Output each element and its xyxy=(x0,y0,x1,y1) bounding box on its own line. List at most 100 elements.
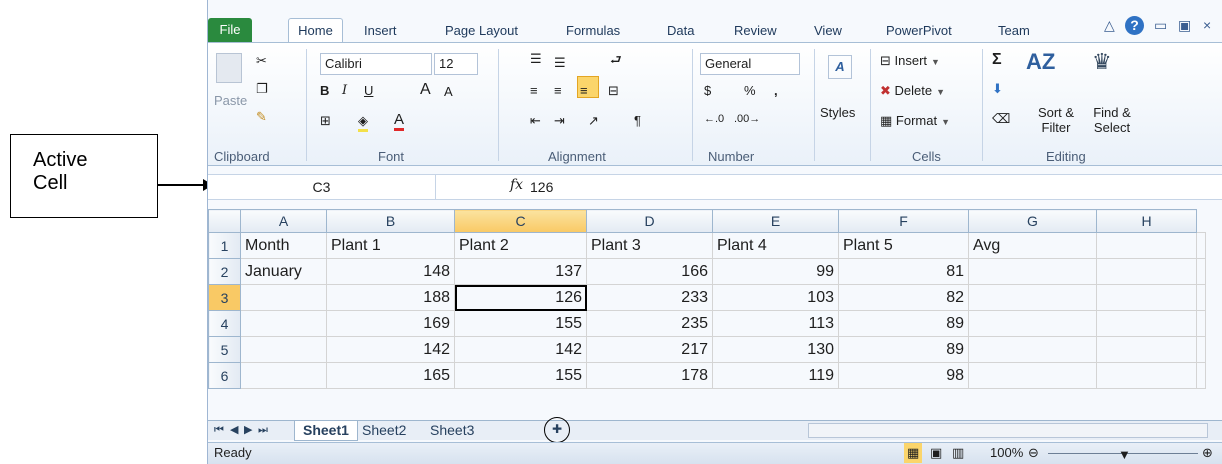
cell-b4[interactable]: 169 xyxy=(326,310,455,337)
number-format-select[interactable]: General xyxy=(700,53,800,75)
sort-filter-button[interactable]: Sort & Filter xyxy=(1030,105,1082,135)
cell-b5[interactable]: 142 xyxy=(326,336,455,363)
sheet-tab-sheet1[interactable]: Sheet1 xyxy=(294,421,358,441)
cell-overflow[interactable] xyxy=(1196,310,1206,337)
paste-icon[interactable] xyxy=(216,53,242,83)
shrink-font-icon[interactable]: A xyxy=(444,84,453,99)
cell-d5[interactable]: 217 xyxy=(586,336,713,363)
cell-h6[interactable] xyxy=(1096,362,1197,389)
cell-b6[interactable]: 165 xyxy=(326,362,455,389)
font-color-icon[interactable]: A xyxy=(394,111,405,131)
borders-icon[interactable]: ⊞ xyxy=(320,113,331,129)
sheet-tab-sheet3[interactable]: Sheet3 xyxy=(430,421,474,441)
paste-button[interactable]: Paste xyxy=(214,93,247,108)
tab-home[interactable]: Home xyxy=(288,18,343,42)
column-header-b[interactable]: B xyxy=(326,209,455,233)
column-header-f[interactable]: F xyxy=(838,209,969,233)
tab-insert[interactable]: Insert xyxy=(364,20,397,42)
cell-a1[interactable]: Month xyxy=(240,232,327,259)
cell-a4[interactable] xyxy=(240,310,327,337)
underline-icon[interactable]: U xyxy=(364,83,373,98)
find-select-button[interactable]: Find & Select xyxy=(1086,105,1138,135)
cell-e2[interactable]: 99 xyxy=(712,258,839,285)
cell-c3[interactable]: 126 xyxy=(454,284,587,311)
cell-overflow[interactable] xyxy=(1196,232,1206,259)
cell-d2[interactable]: 166 xyxy=(586,258,713,285)
cell-f4[interactable]: 89 xyxy=(838,310,969,337)
close-window-icon[interactable]: × xyxy=(1203,17,1211,33)
insert-function-icon[interactable]: fx xyxy=(510,177,523,193)
name-box[interactable]: C3 xyxy=(208,175,436,199)
cell-h3[interactable] xyxy=(1096,284,1197,311)
row-header-2[interactable]: 2 xyxy=(208,258,241,285)
align-middle-icon[interactable]: ☰ xyxy=(554,55,566,71)
clear-icon[interactable]: ⌫ xyxy=(992,111,1010,127)
row-header-5[interactable]: 5 xyxy=(208,336,241,363)
cell-e3[interactable]: 103 xyxy=(712,284,839,311)
font-name-select[interactable]: Calibri xyxy=(320,53,432,75)
tab-view[interactable]: View xyxy=(814,20,842,42)
format-painter-icon[interactable]: ✎ xyxy=(256,109,267,125)
cell-b2[interactable]: 148 xyxy=(326,258,455,285)
cell-overflow[interactable] xyxy=(1196,284,1206,311)
cell-h2[interactable] xyxy=(1096,258,1197,285)
cell-overflow[interactable] xyxy=(1196,258,1206,285)
delete-cells-button[interactable]: ✖ Delete ▼ xyxy=(880,83,945,99)
percent-icon[interactable]: % xyxy=(744,83,756,98)
align-top-icon[interactable]: ☰ xyxy=(530,51,542,67)
insert-worksheet-icon[interactable]: ✚ xyxy=(544,417,570,443)
page-layout-view-icon[interactable]: ▣ xyxy=(930,443,942,463)
decrease-decimal-icon[interactable]: .00→ xyxy=(734,113,760,125)
sheet-nav-prev-icon[interactable]: ◀ xyxy=(230,421,238,441)
insert-cells-button[interactable]: ⊟ Insert ▼ xyxy=(880,53,940,69)
zoom-level[interactable]: 100% xyxy=(990,443,1023,463)
cell-f3[interactable]: 82 xyxy=(838,284,969,311)
column-header-g[interactable]: G xyxy=(968,209,1097,233)
cell-h5[interactable] xyxy=(1096,336,1197,363)
currency-icon[interactable]: $ xyxy=(704,83,711,98)
cell-e5[interactable]: 130 xyxy=(712,336,839,363)
column-header-d[interactable]: D xyxy=(586,209,713,233)
format-cells-button[interactable]: ▦ Format ▼ xyxy=(880,113,950,129)
normal-view-icon[interactable]: ▦ xyxy=(904,443,923,463)
styles-button[interactable]: Styles xyxy=(820,105,855,120)
cell-g1[interactable]: Avg xyxy=(968,232,1097,259)
tab-page-layout[interactable]: Page Layout xyxy=(445,20,518,42)
tab-review[interactable]: Review xyxy=(734,20,777,42)
fill-color-icon[interactable]: ◈ xyxy=(358,113,368,132)
minimize-window-icon[interactable]: ▭ xyxy=(1154,17,1167,34)
cell-overflow[interactable] xyxy=(1196,336,1206,363)
column-header-c[interactable]: C xyxy=(454,209,587,233)
wrap-text-icon[interactable]: ⮐ xyxy=(610,51,622,73)
zoom-out-icon[interactable]: ⊖ xyxy=(1028,443,1039,463)
restore-window-icon[interactable]: ▣ xyxy=(1178,17,1191,34)
cell-h4[interactable] xyxy=(1096,310,1197,337)
merge-center-icon[interactable]: ⊟ xyxy=(608,83,619,99)
cell-g2[interactable] xyxy=(968,258,1097,285)
increase-indent-icon[interactable]: ⇥ xyxy=(554,113,565,129)
cell-c6[interactable]: 155 xyxy=(454,362,587,389)
autosum-icon[interactable]: Σ xyxy=(992,51,1002,69)
zoom-slider-thumb[interactable]: ▼ xyxy=(1118,445,1131,464)
tab-team[interactable]: Team xyxy=(998,20,1030,42)
bold-icon[interactable]: B xyxy=(320,83,329,98)
copy-icon[interactable]: ❐ xyxy=(256,81,268,97)
formula-input[interactable]: 126 xyxy=(530,175,553,199)
help-icon[interactable]: ? xyxy=(1125,16,1144,35)
row-header-1[interactable]: 1 xyxy=(208,232,241,259)
cell-c5[interactable]: 142 xyxy=(454,336,587,363)
tab-formulas[interactable]: Formulas xyxy=(566,20,620,42)
grow-font-icon[interactable]: A xyxy=(420,81,431,99)
font-size-select[interactable]: 12 xyxy=(434,53,478,75)
cell-f5[interactable]: 89 xyxy=(838,336,969,363)
cell-f2[interactable]: 81 xyxy=(838,258,969,285)
minimize-ribbon-icon[interactable]: △ xyxy=(1104,17,1115,34)
sheet-tab-sheet2[interactable]: Sheet2 xyxy=(362,421,406,441)
align-center-icon[interactable]: ≡ xyxy=(554,83,562,98)
cell-g5[interactable] xyxy=(968,336,1097,363)
cell-c2[interactable]: 137 xyxy=(454,258,587,285)
cell-d3[interactable]: 233 xyxy=(586,284,713,311)
orientation-icon[interactable]: ↗ xyxy=(588,113,599,129)
cell-a6[interactable] xyxy=(240,362,327,389)
text-direction-icon[interactable]: ¶ xyxy=(634,113,641,128)
